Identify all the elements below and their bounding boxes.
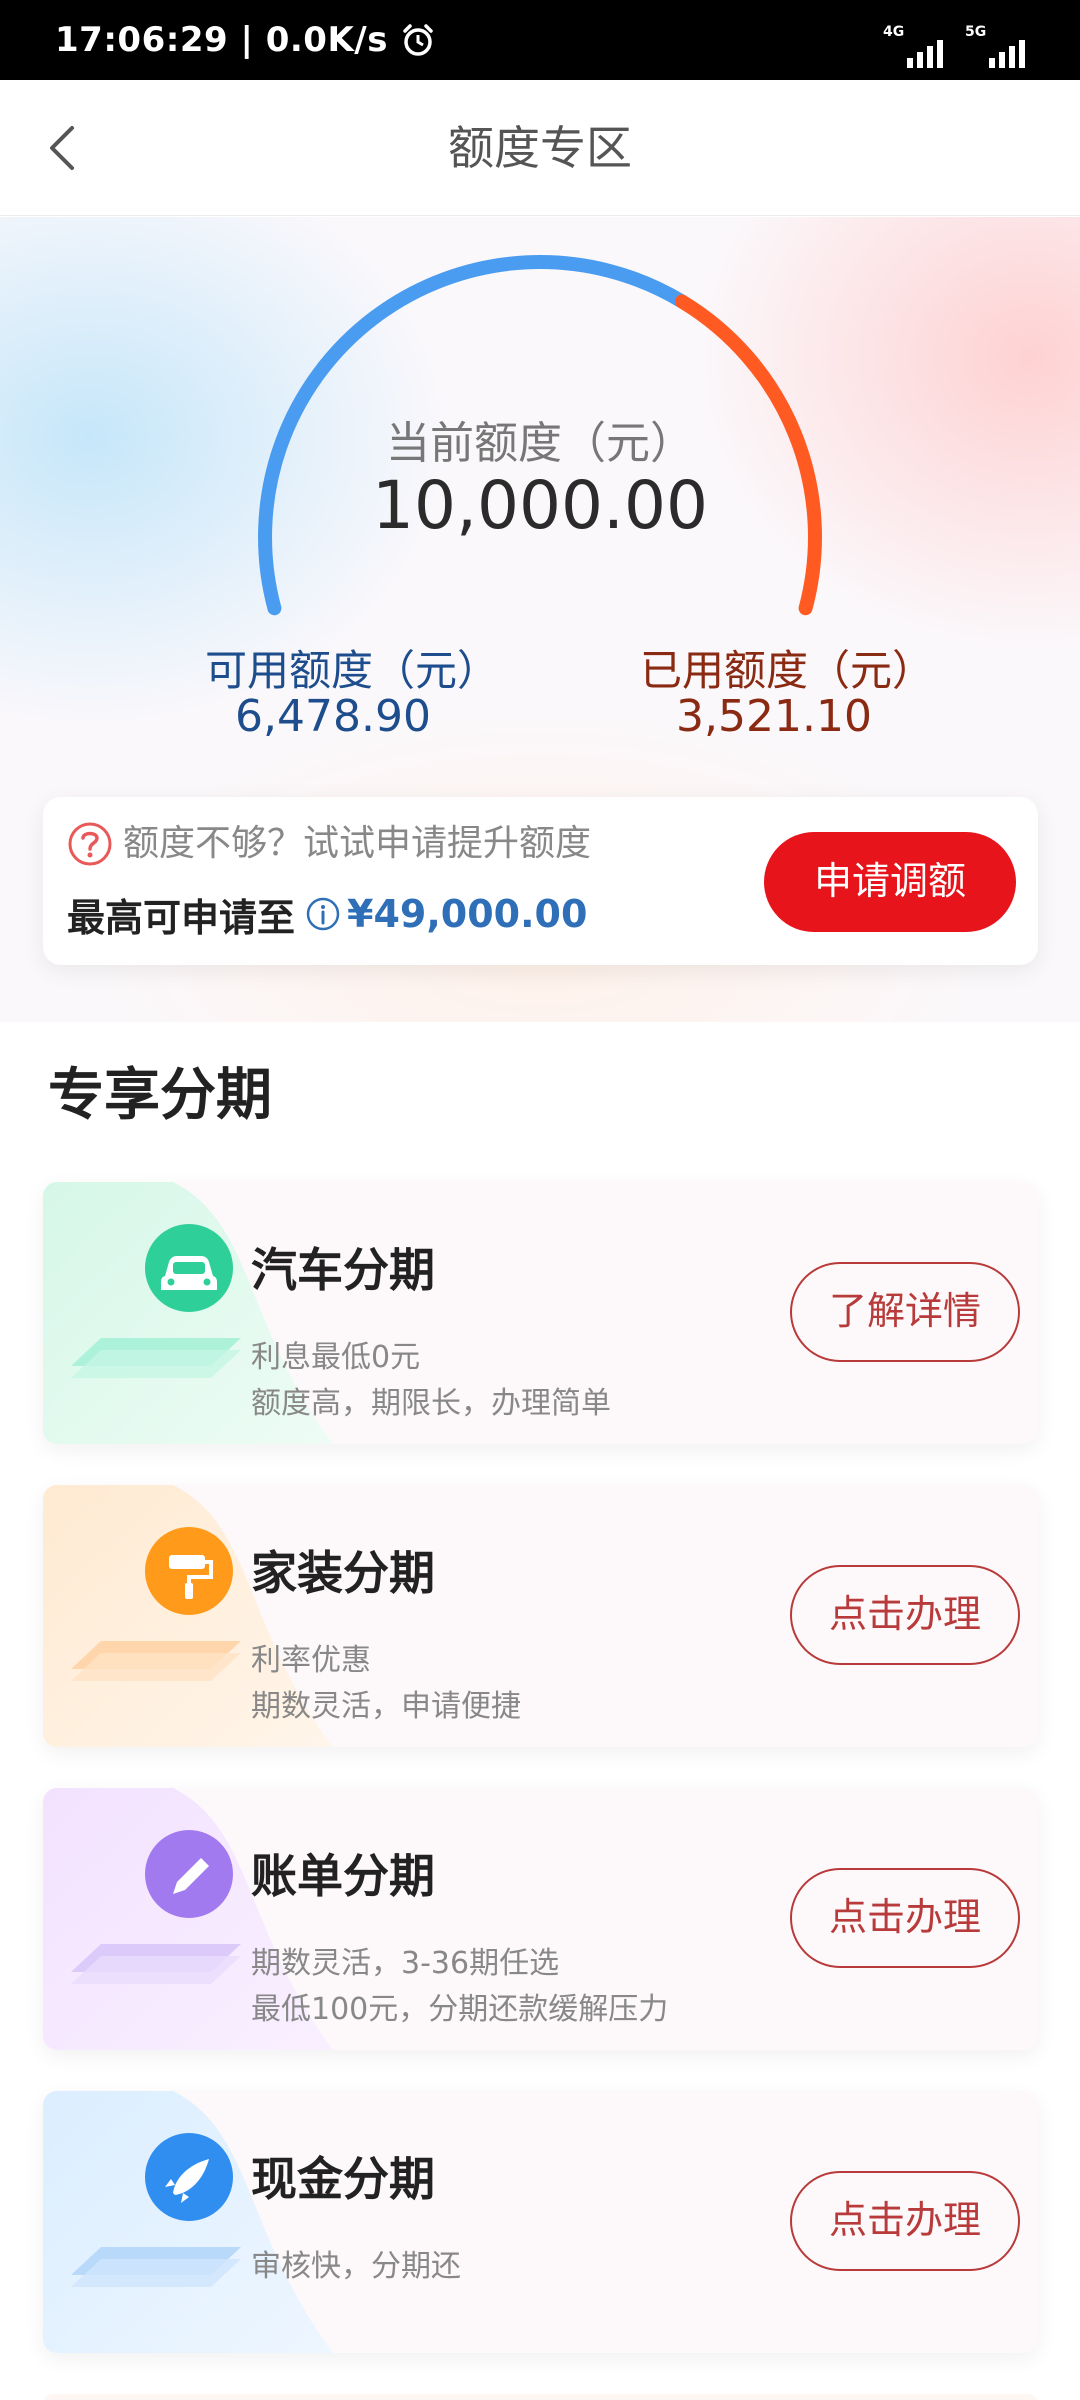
network-4g-label: 4G	[883, 24, 905, 40]
car-icon	[71, 1224, 241, 1378]
apply-now-button[interactable]: 点击办理	[790, 1868, 1020, 1968]
apply-now-button[interactable]: 点击办理	[790, 2171, 1020, 2271]
max-apply-label: 最高可申请至	[67, 895, 296, 940]
card-title: 汽车分期	[251, 1243, 435, 1297]
used-limit-label: 已用额度（元）	[640, 646, 935, 695]
card-title: 家装分期	[251, 1546, 435, 1600]
card-description: 利息最低0元	[251, 1340, 421, 1375]
alarm-icon	[403, 24, 433, 56]
status-time: 17:06:29 | 0.0K/s	[55, 20, 388, 60]
installment-card-bill[interactable]: 账单分期 期数灵活，3-36期任选 最低100元，分期还款缓解压力 点击办理	[43, 1788, 1038, 2050]
max-apply-amount: ¥49,000.00	[347, 892, 588, 936]
card-description: 期数灵活，3-36期任选	[251, 1946, 560, 1981]
question-icon	[68, 822, 112, 866]
installment-card-home[interactable]: 家装分期 利率优惠 期数灵活，申请便捷 点击办理	[43, 1485, 1038, 1747]
card-title: 账单分期	[251, 1849, 435, 1903]
installment-card-car[interactable]: 汽车分期 利息最低0元 额度高，期限长，办理简单 了解详情	[43, 1182, 1038, 1444]
learn-details-button[interactable]: 了解详情	[790, 1262, 1020, 1362]
raise-limit-card: 额度不够？试试申请提升额度 最高可申请至 ¥49,000.00 申请调额	[43, 797, 1038, 965]
rocket-icon	[71, 2133, 241, 2287]
card-description: 最低100元，分期还款缓解压力	[251, 1992, 669, 2027]
card-description: 期数灵活，申请便捷	[251, 1689, 521, 1724]
used-limit-value: 3,521.10	[676, 691, 872, 742]
signal-4g-icon: 4G	[883, 24, 943, 68]
raise-limit-max: 最高可申请至 ¥49,000.00	[67, 889, 588, 940]
network-5g-label: 5G	[965, 24, 987, 40]
pen-icon	[71, 1830, 241, 1984]
card-title: 现金分期	[251, 2152, 435, 2206]
status-bar: 17:06:29 | 0.0K/s 4G 5G	[0, 0, 1080, 80]
nav-bar: 额度专区	[0, 80, 1080, 216]
paint-roller-icon	[71, 1527, 241, 1681]
credit-hero: 当前额度（元） 10,000.00 可用额度（元） 6,478.90 已用额度（…	[0, 217, 1080, 1022]
available-limit-label: 可用额度（元）	[205, 646, 500, 695]
page-title: 额度专区	[448, 121, 632, 175]
current-limit-value: 10,000.00	[372, 467, 708, 544]
apply-now-button[interactable]: 点击办理	[790, 1565, 1020, 1665]
section-title: 专享分期	[48, 1063, 272, 1128]
card-description: 审核快，分期还	[251, 2249, 461, 2284]
card-description: 额度高，期限长，办理简单	[251, 1386, 611, 1421]
apply-adjust-button[interactable]: 申请调额	[764, 832, 1016, 932]
info-icon[interactable]	[305, 896, 341, 932]
next-card-peek	[43, 2394, 1038, 2400]
signal-5g-icon: 5G	[965, 24, 1025, 68]
available-limit-value: 6,478.90	[235, 691, 431, 742]
status-time-speed: 17:06:29 | 0.0K/s	[55, 0, 436, 80]
raise-limit-hint: 额度不够？试试申请提升额度	[123, 823, 592, 864]
current-limit-label: 当前额度（元）	[386, 418, 694, 469]
card-description: 利率优惠	[251, 1643, 371, 1678]
installment-card-cash[interactable]: 现金分期 审核快，分期还 点击办理	[43, 2091, 1038, 2353]
